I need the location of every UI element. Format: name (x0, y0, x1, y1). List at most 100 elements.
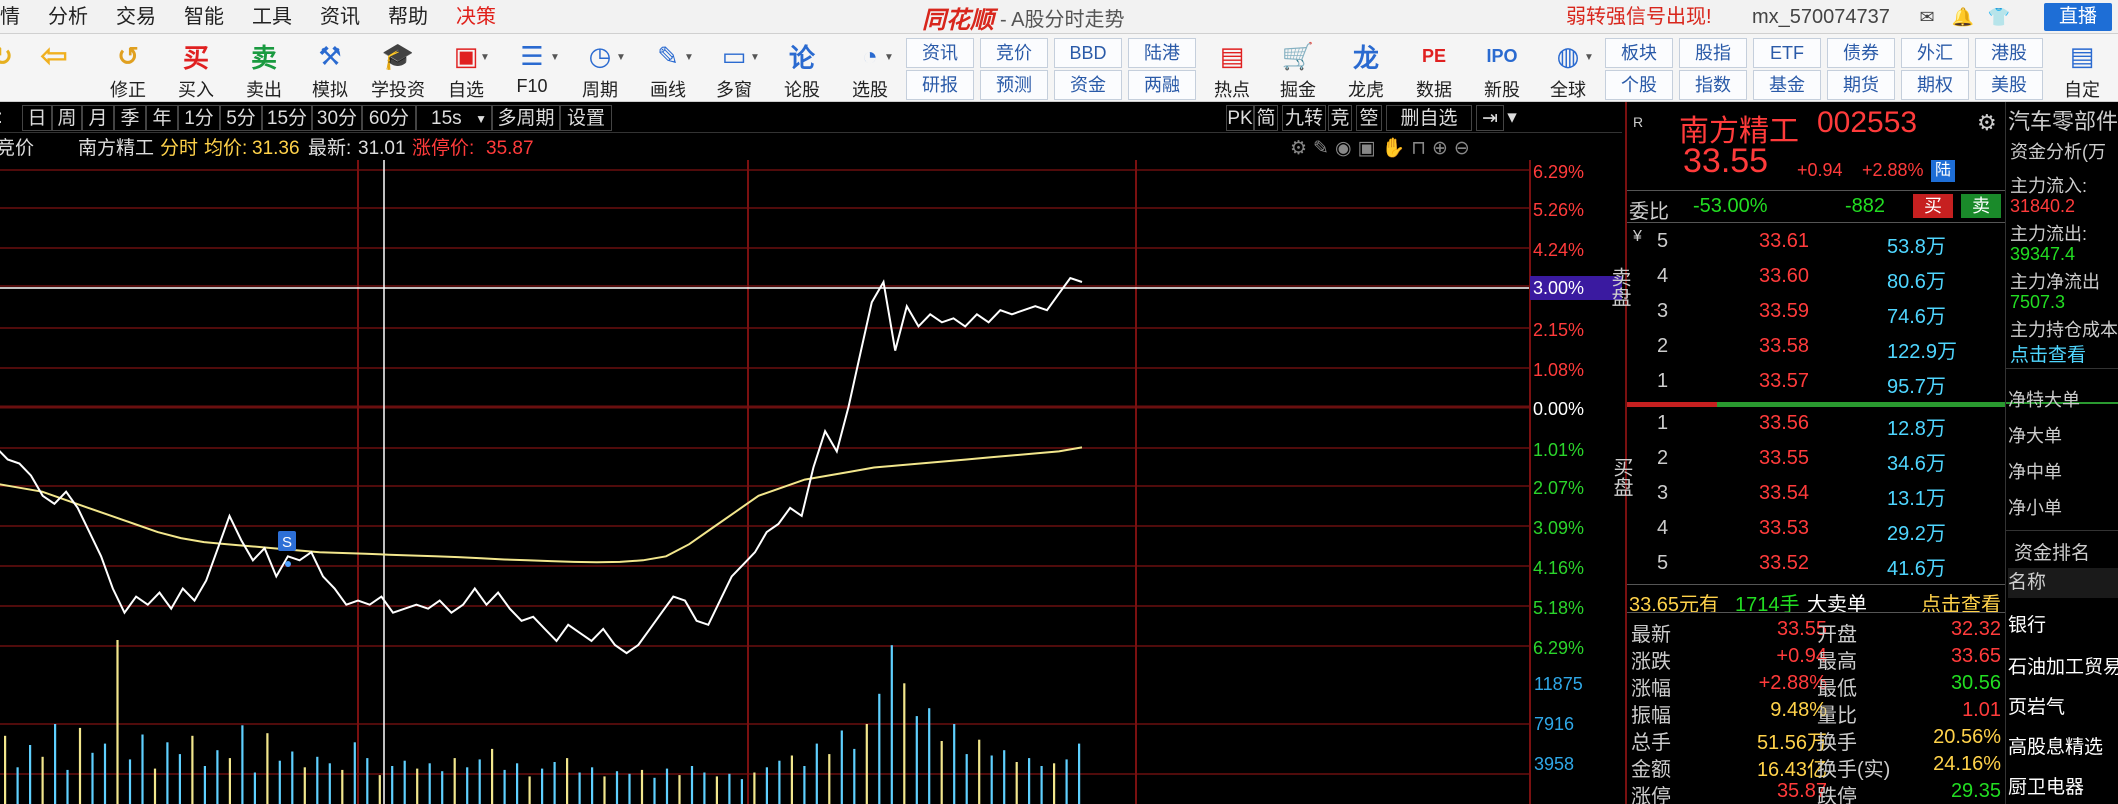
quick-index[interactable]: 指数 (1679, 70, 1747, 100)
toolbar-discuss[interactable]: 论 论股 (770, 34, 834, 102)
gear-icon[interactable]: ⚙ (1977, 110, 1997, 136)
quick-fx[interactable]: 外汇 (1901, 38, 1969, 68)
toolbar-multiwin[interactable]: ▭ 多窗 (702, 34, 766, 102)
rank-item[interactable]: 厨卫电器 (2008, 772, 2084, 799)
quick-sector[interactable]: 板块 (1605, 38, 1673, 68)
period-15min[interactable]: 15分 (262, 105, 312, 131)
menu-item-decision[interactable]: 决策 (442, 0, 510, 34)
menu-item-partial[interactable]: 情 (0, 0, 34, 34)
intraday-chart[interactable]: 6.29% 5.26% 4.24% 3.00% 2.15% 1.08% 0.00% 1.01%… (0, 160, 1622, 804)
simple-button[interactable]: 简 (1254, 105, 1278, 131)
toolbar-dragon[interactable]: 龙 龙虎 (1334, 34, 1398, 102)
chevron-down-icon[interactable]: ▼ (480, 52, 490, 63)
period-multi[interactable]: 多周期 (492, 105, 560, 131)
chevron-down-icon[interactable]: ▼ (550, 52, 560, 63)
order-price: 33.55 (1759, 447, 1810, 469)
menu-item-tools[interactable]: 工具 (238, 0, 306, 34)
order-price: 33.61 (1759, 230, 1810, 252)
quick-options[interactable]: 期权 (1901, 70, 1969, 100)
auction-button[interactable]: 竞 (1328, 105, 1352, 131)
toolbar-learn[interactable]: 🎓 学投资 (366, 34, 430, 102)
period-settings[interactable]: 设置 (560, 105, 612, 131)
volume-bar (1040, 766, 1043, 804)
quick-margin[interactable]: 两融 (1128, 70, 1196, 100)
username[interactable]: mx_570074737 (1752, 0, 1890, 34)
menu-item-analysis[interactable]: 分析 (34, 0, 102, 34)
quick-etf[interactable]: ETF (1753, 38, 1821, 68)
live-button[interactable]: 直播 (2044, 3, 2112, 31)
quick-forecast[interactable]: 预测 (980, 70, 1048, 100)
quick-us[interactable]: 美股 (1975, 70, 2043, 100)
nine-turn-button[interactable]: 九转 (1282, 105, 1326, 131)
menu-item-smart[interactable]: 智能 (170, 0, 238, 34)
quick-research[interactable]: 研报 (906, 70, 974, 100)
quick-bbd[interactable]: BBD (1054, 38, 1122, 68)
period-60min[interactable]: 60分 (362, 105, 416, 131)
volume-bar (778, 760, 781, 804)
quick-index-fut[interactable]: 股指 (1679, 38, 1747, 68)
rank-item[interactable]: 石油加工贸易 (2008, 652, 2118, 679)
quick-hk-link[interactable]: 陆港 (1128, 38, 1196, 68)
toolbar-simulate[interactable]: ⚒ 模拟 (298, 34, 362, 102)
quick-futures[interactable]: 期货 (1827, 70, 1895, 100)
toolbar-data[interactable]: PE 数据 (1402, 34, 1466, 102)
toolbar-f10[interactable]: ☰ F10 (500, 34, 564, 102)
shirt-icon[interactable]: 👕 (1987, 5, 2011, 29)
menu-item-trade[interactable]: 交易 (102, 0, 170, 34)
rank-item[interactable]: 银行 (2008, 610, 2046, 637)
quick-funds[interactable]: 资金 (1054, 70, 1122, 100)
filter-button[interactable]: 箜 (1356, 105, 1382, 131)
toolbar-hot[interactable]: ▤ 热点 (1200, 34, 1264, 102)
pk-button[interactable]: PK (1226, 105, 1254, 131)
toolbar-picker[interactable]: ◔ 选股 (838, 34, 902, 102)
chevron-down-icon[interactable]: ▼ (684, 52, 694, 63)
mail-icon[interactable]: ✉ (1915, 5, 1939, 29)
toolbar-global[interactable]: ◍ 全球 (1536, 34, 1600, 102)
period-year[interactable]: 年 (146, 105, 178, 131)
period-1min[interactable]: 1分 (178, 105, 220, 131)
buy-button[interactable]: 买 (1913, 194, 1953, 218)
menu-item-news[interactable]: 资讯 (306, 0, 374, 34)
chevron-down-icon[interactable]: ▼ (750, 52, 760, 63)
rank-item[interactable]: 页岩气 (2008, 692, 2065, 719)
period-week[interactable]: 周 (52, 105, 82, 131)
delete-watchlist-button[interactable]: 删自选 (1386, 105, 1472, 131)
chevron-down-icon[interactable]: ▼ (616, 52, 626, 63)
period-day[interactable]: 日 (22, 105, 52, 131)
quick-bond[interactable]: 债券 (1827, 38, 1895, 68)
volume-bar (840, 730, 843, 804)
toolbar-draw[interactable]: ✎ 画线 (636, 34, 700, 102)
quick-auction[interactable]: 竞价 (980, 38, 1048, 68)
toolbar-correct[interactable]: ↺ 修正 (96, 34, 160, 102)
toolbar-dig[interactable]: 🛒 掘金 (1266, 34, 1330, 102)
signal-alert[interactable]: 弱转强信号出现! (1566, 0, 1712, 34)
bell-icon[interactable]: 🔔 (1951, 5, 1975, 29)
quick-news[interactable]: 资讯 (906, 38, 974, 68)
toolbar-watchlist[interactable]: ▣ 自选 (434, 34, 498, 102)
sector-title[interactable]: 汽车零部件 (2008, 104, 2118, 136)
fund-link[interactable]: 点击查看 (2010, 340, 2086, 367)
quick-hk[interactable]: 港股 (1975, 38, 2043, 68)
chevron-down-icon[interactable]: ▼ (1584, 52, 1594, 63)
sell-button[interactable]: 卖 (1961, 194, 2001, 218)
collapse-arrow-icon[interactable]: ⇥ (1476, 105, 1504, 131)
quick-stock[interactable]: 个股 (1605, 70, 1673, 100)
back-tool[interactable]: ⇦ (22, 34, 86, 102)
period-30min[interactable]: 30分 (312, 105, 362, 131)
period-5min[interactable]: 5分 (220, 105, 262, 131)
toolbar-custom[interactable]: ▤ 自定 (2050, 34, 2114, 102)
toolbar-buy[interactable]: 买 买入 (164, 34, 228, 102)
period-quarter[interactable]: 季 (114, 105, 146, 131)
rank-item[interactable]: 高股息精选 (2008, 732, 2103, 759)
toolbar-ipo[interactable]: IPO 新股 (1470, 34, 1534, 102)
signal-marker[interactable]: S (278, 531, 296, 567)
menu-item-help[interactable]: 帮助 (374, 0, 442, 34)
period-month[interactable]: 月 (82, 105, 114, 131)
toolbar-period[interactable]: ◷ 周期 (568, 34, 632, 102)
chevron-down-icon[interactable]: ▾ (1504, 105, 1520, 131)
period-15s-select[interactable]: 15s ▼ (416, 105, 492, 131)
tool-label: 数据 (1416, 80, 1452, 100)
chevron-down-icon[interactable]: ▼ (884, 52, 894, 63)
toolbar-sell[interactable]: 卖 卖出 (232, 34, 296, 102)
quick-fund[interactable]: 基金 (1753, 70, 1821, 100)
